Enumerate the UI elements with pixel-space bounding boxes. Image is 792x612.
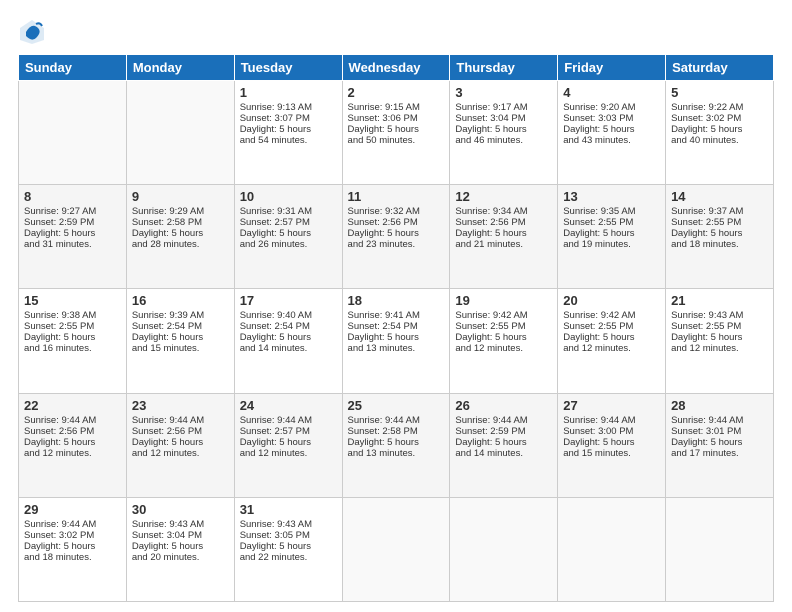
week-row: 22Sunrise: 9:44 AMSunset: 2:56 PMDayligh… <box>19 393 774 497</box>
table-cell: 20Sunrise: 9:42 AMSunset: 2:55 PMDayligh… <box>558 289 666 393</box>
day-number: 12 <box>455 189 552 204</box>
page: Sunday Monday Tuesday Wednesday Thursday… <box>0 0 792 612</box>
logo-icon <box>18 18 46 46</box>
day-number: 13 <box>563 189 660 204</box>
col-saturday: Saturday <box>666 55 774 81</box>
day-number: 22 <box>24 398 121 413</box>
table-cell: 9Sunrise: 9:29 AMSunset: 2:58 PMDaylight… <box>126 185 234 289</box>
table-cell: 5Sunrise: 9:22 AMSunset: 3:02 PMDaylight… <box>666 81 774 185</box>
table-cell: 30Sunrise: 9:43 AMSunset: 3:04 PMDayligh… <box>126 497 234 601</box>
table-cell: 15Sunrise: 9:38 AMSunset: 2:55 PMDayligh… <box>19 289 127 393</box>
table-cell: 26Sunrise: 9:44 AMSunset: 2:59 PMDayligh… <box>450 393 558 497</box>
table-cell: 1Sunrise: 9:13 AMSunset: 3:07 PMDaylight… <box>234 81 342 185</box>
day-number: 25 <box>348 398 445 413</box>
table-cell: 13Sunrise: 9:35 AMSunset: 2:55 PMDayligh… <box>558 185 666 289</box>
table-cell: 8Sunrise: 9:27 AMSunset: 2:59 PMDaylight… <box>19 185 127 289</box>
col-thursday: Thursday <box>450 55 558 81</box>
day-number: 8 <box>24 189 121 204</box>
week-row: 8Sunrise: 9:27 AMSunset: 2:59 PMDaylight… <box>19 185 774 289</box>
day-number: 4 <box>563 85 660 100</box>
day-number: 5 <box>671 85 768 100</box>
week-row: 29Sunrise: 9:44 AMSunset: 3:02 PMDayligh… <box>19 497 774 601</box>
table-cell: 10Sunrise: 9:31 AMSunset: 2:57 PMDayligh… <box>234 185 342 289</box>
day-number: 11 <box>348 189 445 204</box>
week-row: 15Sunrise: 9:38 AMSunset: 2:55 PMDayligh… <box>19 289 774 393</box>
table-cell: 3Sunrise: 9:17 AMSunset: 3:04 PMDaylight… <box>450 81 558 185</box>
day-number: 27 <box>563 398 660 413</box>
table-cell: 14Sunrise: 9:37 AMSunset: 2:55 PMDayligh… <box>666 185 774 289</box>
table-cell <box>342 497 450 601</box>
col-sunday: Sunday <box>19 55 127 81</box>
day-number: 14 <box>671 189 768 204</box>
table-cell: 12Sunrise: 9:34 AMSunset: 2:56 PMDayligh… <box>450 185 558 289</box>
day-number: 30 <box>132 502 229 517</box>
week-row: 1Sunrise: 9:13 AMSunset: 3:07 PMDaylight… <box>19 81 774 185</box>
logo <box>18 18 50 46</box>
day-number: 24 <box>240 398 337 413</box>
day-number: 28 <box>671 398 768 413</box>
day-number: 9 <box>132 189 229 204</box>
table-cell: 31Sunrise: 9:43 AMSunset: 3:05 PMDayligh… <box>234 497 342 601</box>
day-number: 1 <box>240 85 337 100</box>
table-cell: 11Sunrise: 9:32 AMSunset: 2:56 PMDayligh… <box>342 185 450 289</box>
table-cell: 21Sunrise: 9:43 AMSunset: 2:55 PMDayligh… <box>666 289 774 393</box>
table-cell: 23Sunrise: 9:44 AMSunset: 2:56 PMDayligh… <box>126 393 234 497</box>
day-number: 20 <box>563 293 660 308</box>
day-number: 29 <box>24 502 121 517</box>
table-cell: 25Sunrise: 9:44 AMSunset: 2:58 PMDayligh… <box>342 393 450 497</box>
col-wednesday: Wednesday <box>342 55 450 81</box>
header-row: Sunday Monday Tuesday Wednesday Thursday… <box>19 55 774 81</box>
table-cell: 17Sunrise: 9:40 AMSunset: 2:54 PMDayligh… <box>234 289 342 393</box>
day-number: 23 <box>132 398 229 413</box>
day-number: 3 <box>455 85 552 100</box>
day-number: 26 <box>455 398 552 413</box>
table-cell: 27Sunrise: 9:44 AMSunset: 3:00 PMDayligh… <box>558 393 666 497</box>
day-number: 17 <box>240 293 337 308</box>
day-number: 2 <box>348 85 445 100</box>
day-number: 10 <box>240 189 337 204</box>
table-cell: 4Sunrise: 9:20 AMSunset: 3:03 PMDaylight… <box>558 81 666 185</box>
table-cell <box>19 81 127 185</box>
day-number: 21 <box>671 293 768 308</box>
day-number: 31 <box>240 502 337 517</box>
table-cell <box>450 497 558 601</box>
table-cell <box>666 497 774 601</box>
calendar-table: Sunday Monday Tuesday Wednesday Thursday… <box>18 54 774 602</box>
table-cell: 22Sunrise: 9:44 AMSunset: 2:56 PMDayligh… <box>19 393 127 497</box>
day-number: 19 <box>455 293 552 308</box>
table-cell: 18Sunrise: 9:41 AMSunset: 2:54 PMDayligh… <box>342 289 450 393</box>
table-cell: 2Sunrise: 9:15 AMSunset: 3:06 PMDaylight… <box>342 81 450 185</box>
table-cell: 16Sunrise: 9:39 AMSunset: 2:54 PMDayligh… <box>126 289 234 393</box>
table-cell <box>126 81 234 185</box>
col-friday: Friday <box>558 55 666 81</box>
day-number: 15 <box>24 293 121 308</box>
table-cell: 29Sunrise: 9:44 AMSunset: 3:02 PMDayligh… <box>19 497 127 601</box>
table-cell: 19Sunrise: 9:42 AMSunset: 2:55 PMDayligh… <box>450 289 558 393</box>
day-number: 18 <box>348 293 445 308</box>
col-monday: Monday <box>126 55 234 81</box>
header <box>18 18 774 46</box>
day-number: 16 <box>132 293 229 308</box>
table-cell <box>558 497 666 601</box>
col-tuesday: Tuesday <box>234 55 342 81</box>
table-cell: 24Sunrise: 9:44 AMSunset: 2:57 PMDayligh… <box>234 393 342 497</box>
table-cell: 28Sunrise: 9:44 AMSunset: 3:01 PMDayligh… <box>666 393 774 497</box>
